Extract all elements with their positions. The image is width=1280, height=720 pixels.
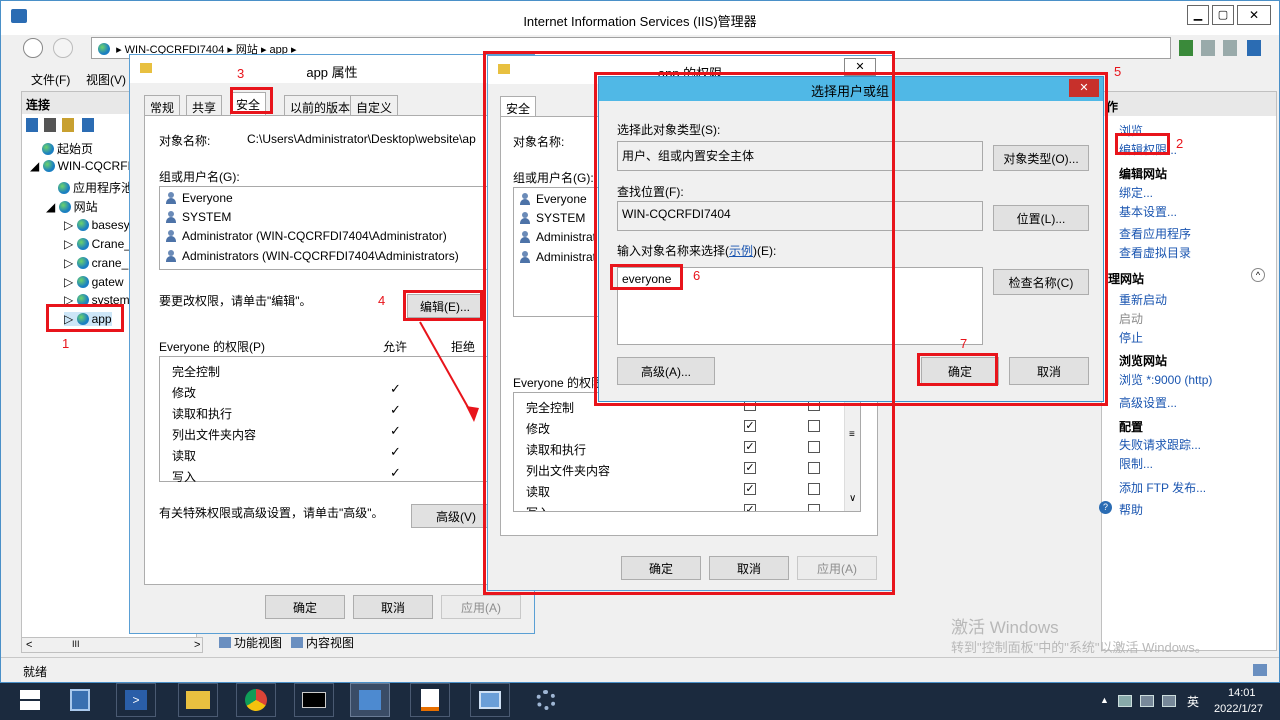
windows-logo-icon	[20, 690, 40, 710]
annotation-arrow	[419, 321, 479, 422]
taskbar-powershell[interactable]: >	[116, 683, 156, 717]
server-manager-icon	[70, 689, 90, 711]
taskbar-iis[interactable]	[350, 683, 390, 717]
taskbar-cmd[interactable]	[294, 683, 334, 717]
taskbar-explorer[interactable]	[178, 683, 218, 717]
annotation-arrow-head	[466, 406, 479, 422]
ime-indicator[interactable]: 英	[1187, 693, 1199, 710]
tray-up-icon[interactable]: ▲	[1100, 695, 1109, 705]
cmd-icon	[302, 692, 326, 708]
powershell-icon: >	[125, 690, 147, 710]
tray-network-icon[interactable]	[1118, 695, 1132, 707]
taskbar-settings[interactable]	[526, 683, 566, 717]
taskbar: > ▲ 英 14:01 2022/1/27	[0, 683, 1280, 720]
annotation-arrow-line	[419, 321, 475, 419]
taskbar-server-manager[interactable]	[60, 683, 100, 717]
gear-icon	[536, 690, 556, 710]
taskbar-java[interactable]	[410, 683, 450, 717]
java-icon	[421, 689, 439, 711]
tray-volume-icon[interactable]	[1162, 695, 1176, 707]
folder-icon	[186, 691, 210, 709]
taskbar-remote[interactable]	[470, 683, 510, 717]
chrome-icon	[245, 689, 267, 711]
start-button[interactable]	[10, 683, 50, 717]
remote-desktop-icon	[479, 691, 501, 709]
clock-date[interactable]: 2022/1/27	[1214, 703, 1263, 715]
iis-icon	[359, 690, 381, 710]
tray-keyboard-icon[interactable]	[1140, 695, 1154, 707]
taskbar-chrome[interactable]	[236, 683, 276, 717]
clock-time[interactable]: 14:01	[1228, 687, 1256, 699]
